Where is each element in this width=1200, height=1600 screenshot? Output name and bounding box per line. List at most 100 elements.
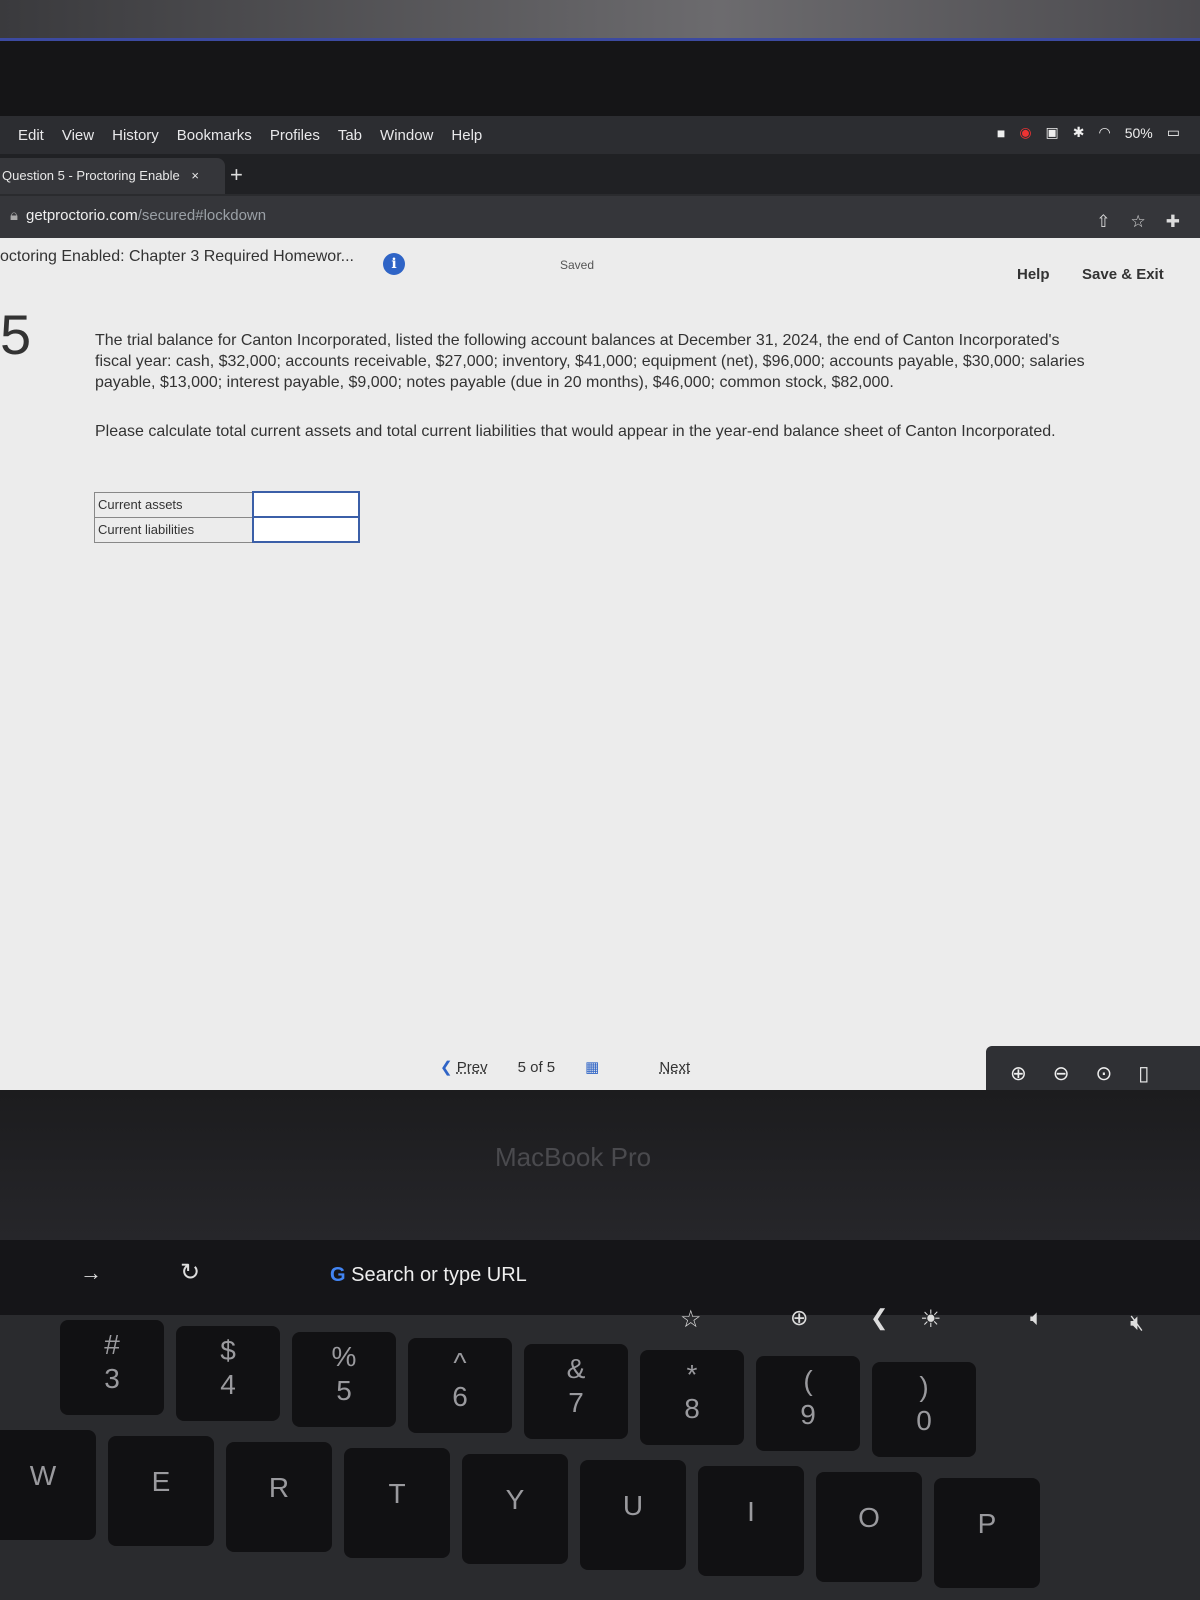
answer-table: Current assets Current liabilities <box>94 491 360 543</box>
question-nav: ❮ Prev 5 of 5 ▦ Next <box>440 1058 690 1077</box>
key-symbol: # <box>104 1329 120 1360</box>
key-symbol: * <box>686 1359 698 1390</box>
question-text: The trial balance for Canton Incorporate… <box>95 332 1085 391</box>
prev-button[interactable]: ❮ Prev <box>440 1058 488 1076</box>
url-path: /secured#lockdown <box>137 207 267 224</box>
proctorio-icon[interactable]: ◉ <box>1019 124 1031 141</box>
photo-background <box>0 0 1200 38</box>
star-icon[interactable]: ☆ <box>1131 212 1146 232</box>
screen-bezel <box>0 38 1200 116</box>
wifi-icon[interactable]: ◠ <box>1099 124 1111 141</box>
macbook-logo-text: MacBook Pro <box>495 1142 652 1172</box>
zoom-reset-icon[interactable]: ⊙ <box>1096 1061 1113 1086</box>
key-9[interactable]: (9 <box>756 1356 860 1451</box>
key-5[interactable]: % 5 <box>292 1332 396 1427</box>
key-digit: 4 <box>220 1369 236 1400</box>
info-icon[interactable]: i <box>383 253 405 275</box>
key-0[interactable]: ) 0 <box>872 1362 976 1457</box>
menu-help[interactable]: Help <box>451 127 482 144</box>
tab-question-5[interactable]: Question 5 - Proctoring Enable × <box>0 158 225 194</box>
add-tab-icon[interactable]: ⊕ <box>790 1305 808 1331</box>
menu-view[interactable]: View <box>62 127 94 144</box>
menu-edit[interactable]: Edit <box>18 127 44 144</box>
row-label: Current liabilities <box>94 516 253 543</box>
key-r[interactable]: R <box>226 1442 332 1552</box>
touchbar-search[interactable]: G Search or type URL <box>330 1264 527 1287</box>
menu-profiles[interactable]: Profiles <box>270 127 320 144</box>
save-exit-button[interactable]: Save & Exit <box>1082 266 1164 283</box>
question-prompt: Please calculate total current assets an… <box>95 423 1056 440</box>
zoom-in-icon[interactable]: ⊕ <box>1010 1061 1027 1086</box>
camera-icon[interactable]: ■ <box>997 125 1005 141</box>
touchbar-search-label: Search or type URL <box>351 1264 527 1286</box>
volume-icon[interactable]: 🔈︎ <box>1030 1305 1043 1331</box>
menu-bookmarks[interactable]: Bookmarks <box>177 127 252 144</box>
key-symbol: ) <box>919 1371 929 1402</box>
key-digit: 7 <box>568 1387 584 1418</box>
help-button[interactable]: Help <box>1017 266 1050 283</box>
lock-icon: 🔒︎ <box>10 207 18 224</box>
key-symbol: ( <box>803 1365 813 1396</box>
back-arrow-icon[interactable]: → <box>80 1260 102 1286</box>
key-p[interactable]: P <box>934 1478 1040 1588</box>
bookmark-star-icon[interactable]: ☆ <box>680 1305 702 1334</box>
key-digit: 6 <box>452 1381 468 1412</box>
key-e[interactable]: E <box>108 1436 214 1546</box>
google-icon: G <box>330 1264 352 1286</box>
url-text[interactable]: 🔒︎ getproctorio.com/secured#lockdown <box>10 207 266 224</box>
current-liabilities-input[interactable] <box>251 516 360 543</box>
zoom-out-icon[interactable]: ⊖ <box>1053 1061 1070 1086</box>
key-symbol: $ <box>220 1335 236 1366</box>
next-button[interactable]: Next <box>659 1059 690 1076</box>
brightness-icon[interactable]: ☀ <box>920 1305 942 1334</box>
display-icon[interactable]: ▣ <box>1046 124 1059 141</box>
key-4[interactable]: $4 <box>176 1326 280 1421</box>
key-3[interactable]: #3 <box>60 1320 164 1415</box>
key-y[interactable]: Y <box>462 1454 568 1564</box>
mute-icon[interactable]: 🔇︎ <box>1130 1310 1144 1336</box>
menu-window[interactable]: Window <box>380 127 433 144</box>
key-digit: 5 <box>336 1375 352 1406</box>
table-row: Current assets <box>94 491 360 518</box>
collapse-chevron-icon[interactable]: ❮ <box>870 1305 888 1331</box>
table-row: Current liabilities <box>94 516 360 543</box>
key-8[interactable]: * 8 <box>640 1350 744 1445</box>
battery-icon[interactable]: ▭ <box>1167 124 1180 141</box>
menu-tab[interactable]: Tab <box>338 127 362 144</box>
key-t[interactable]: T <box>344 1448 450 1558</box>
key-digit: 3 <box>104 1363 120 1394</box>
key-digit: 9 <box>800 1399 816 1430</box>
key-symbol: ^ <box>453 1347 467 1378</box>
saved-status: Saved <box>560 258 595 272</box>
battery-percent: 50% <box>1124 124 1153 141</box>
key-7[interactable]: & 7 <box>524 1344 628 1439</box>
grid-icon[interactable]: ▦ <box>585 1058 599 1076</box>
url-domain: getproctorio.com <box>25 207 138 224</box>
battery-tool-icon[interactable]: ▯ <box>1138 1061 1149 1086</box>
assignment-title: octoring Enabled: Chapter 3 Required Hom… <box>0 248 354 265</box>
menu-history[interactable]: History <box>112 127 159 144</box>
extensions-icon[interactable]: ✚ <box>1166 212 1180 232</box>
close-tab-icon[interactable]: × <box>191 168 199 183</box>
key-i[interactable]: I <box>698 1466 804 1576</box>
key-o[interactable]: O <box>816 1472 922 1582</box>
reload-icon[interactable]: ↻ <box>180 1258 200 1287</box>
current-assets-input[interactable] <box>251 491 360 518</box>
key-u[interactable]: U <box>580 1460 686 1570</box>
bluetooth-icon[interactable]: ✱ <box>1073 124 1085 141</box>
page-position: 5 of 5 <box>517 1058 556 1076</box>
share-icon[interactable]: ⇧ <box>1096 212 1110 232</box>
question-number: 5 <box>0 303 32 366</box>
tab-title: Question 5 - Proctoring Enable <box>2 168 180 183</box>
key-symbol: & <box>566 1353 586 1384</box>
new-tab-button[interactable]: + <box>230 162 243 188</box>
status-icons: ■ ◉ ▣ ✱ ◠ 50% ▭ <box>997 124 1180 141</box>
key-symbol: % <box>331 1341 357 1372</box>
key-digit: 0 <box>916 1405 932 1436</box>
chevron-left-icon: ❮ <box>440 1059 457 1076</box>
key-w[interactable]: W <box>0 1430 96 1540</box>
prev-label: Prev <box>456 1059 488 1076</box>
row-label: Current assets <box>94 491 253 518</box>
key-6[interactable]: ^ 6 <box>408 1338 512 1433</box>
key-digit: 8 <box>684 1393 700 1424</box>
